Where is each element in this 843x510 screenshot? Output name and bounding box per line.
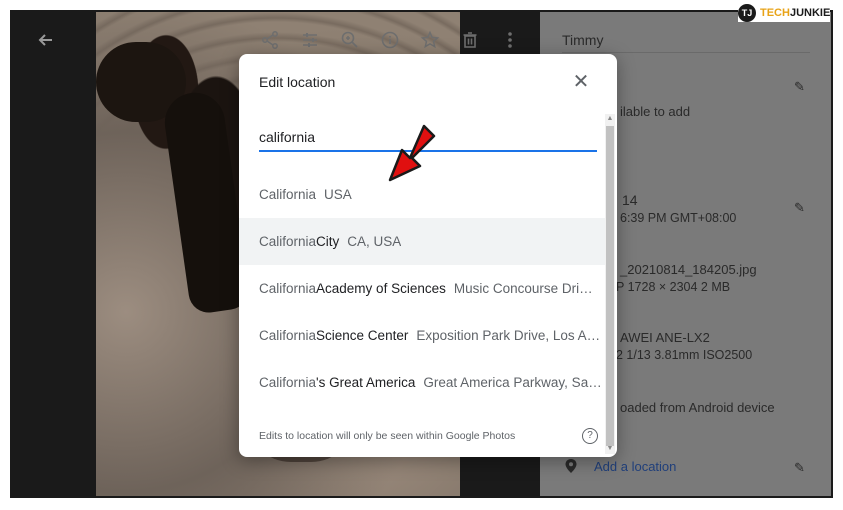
add-location-link[interactable]: Add a location [594, 459, 676, 474]
results-list: California USA California City CA, USA Cal… [239, 171, 605, 406]
more-vert-icon[interactable] [498, 30, 522, 54]
info-icon[interactable] [378, 30, 402, 54]
edit-location-icon[interactable]: ✎ [794, 461, 808, 475]
red-arrow-annotation-icon [388, 124, 436, 182]
techjunkie-logo: TJ TECH JUNKIE [738, 4, 831, 22]
edit-location-dialog: Edit location ✕ CaliforniaUSA California… [239, 54, 617, 457]
edit-pencil-icon[interactable]: ✎ [794, 80, 808, 94]
close-icon[interactable]: ✕ [569, 70, 593, 94]
date-text: 14 [622, 192, 638, 208]
scroll-down-icon[interactable]: ▼ [606, 444, 614, 454]
dialog-footer-note: Edits to location will only be seen with… [259, 430, 516, 442]
camera-meta-text: 2 1/13 3.81mm ISO2500 [616, 348, 753, 362]
star-icon[interactable] [418, 30, 442, 54]
zoom-icon[interactable] [338, 30, 362, 54]
description-hint: ilable to add [620, 104, 691, 119]
upload-source-text: oaded from Android device [620, 400, 775, 415]
back-arrow-icon[interactable] [34, 30, 58, 54]
edit-date-icon[interactable]: ✎ [794, 201, 808, 215]
dialog-title: Edit location [259, 74, 336, 90]
trash-icon[interactable] [458, 30, 482, 54]
help-icon[interactable]: ? [582, 428, 598, 444]
logo-mark: TJ [738, 4, 756, 22]
time-text: 6:39 PM GMT+08:00 [620, 211, 737, 225]
result-item[interactable]: California Science Center Exposition Park… [239, 312, 605, 359]
owner-name[interactable]: Timmy [562, 32, 603, 48]
filename-text: _20210814_184205.jpg [620, 262, 757, 277]
result-item[interactable]: California City CA, USA [239, 218, 605, 265]
scrollbar-thumb[interactable] [606, 126, 614, 446]
scroll-up-icon[interactable]: ▲ [606, 114, 614, 124]
share-icon[interactable] [258, 30, 282, 54]
file-meta-text: P 1728 × 2304 2 MB [616, 280, 731, 294]
location-pin-icon [564, 458, 578, 474]
divider [562, 52, 810, 53]
result-item[interactable]: California Academy of Sciences Music Conc… [239, 265, 605, 312]
scrollbar[interactable]: ▲ ▼ [605, 114, 615, 454]
device-text: AWEI ANE-LX2 [620, 330, 710, 345]
tune-icon[interactable] [298, 30, 322, 54]
result-item[interactable]: California's Great America Great America … [239, 359, 605, 406]
